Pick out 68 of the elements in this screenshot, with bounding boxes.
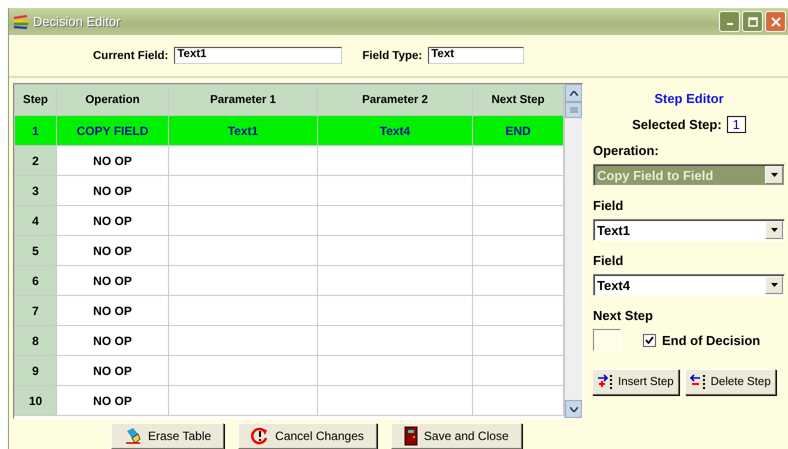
step-number: 4 (14, 206, 56, 236)
checkbox-label: End of Decision (662, 332, 760, 348)
field-type-input[interactable]: Text (428, 47, 524, 64)
panel-title: Step Editor (653, 91, 725, 106)
column-header: Operation (56, 84, 168, 116)
current-field-input[interactable]: Text1 (174, 47, 342, 64)
selected-step-value: 1 (726, 116, 746, 133)
field-label: Field (593, 253, 624, 268)
dropdown-arrow-icon[interactable] (770, 228, 778, 232)
column-header: Parameter 1 (168, 84, 318, 116)
step-number: 10 (14, 386, 56, 416)
table-cell: NO OP (56, 326, 168, 356)
cancel-changes-button[interactable]: Cancel Changes (238, 423, 377, 449)
table-cell: NO OP (56, 206, 168, 236)
delete-icon (690, 374, 708, 390)
app-icon (13, 14, 29, 28)
minimize-button[interactable] (719, 11, 740, 32)
maximize-icon[interactable] (748, 16, 758, 26)
step-number: 6 (14, 266, 56, 296)
undo-icon (251, 427, 270, 445)
checkbox[interactable] (643, 334, 656, 346)
insert-step-button[interactable]: Insert Step (592, 369, 679, 395)
step-number: 5 (14, 236, 56, 266)
close-icon[interactable] (770, 16, 780, 26)
step-number: 2 (14, 146, 56, 176)
dropdown-arrow-icon[interactable] (770, 173, 778, 177)
column-header: Parameter 2 (318, 84, 472, 116)
field-label: Operation: (593, 143, 660, 158)
table-cell: NO OP (56, 386, 168, 416)
table-cell: NO OP (56, 236, 168, 266)
save-and-close-button[interactable]: Save and Close (390, 423, 522, 449)
scroll-up-icon[interactable] (570, 90, 578, 96)
table-cell: COPY FIELD (56, 116, 168, 146)
insert-icon (597, 374, 615, 390)
column-header: Step (14, 84, 56, 116)
dropdown-field[interactable]: Text1 (593, 219, 785, 241)
step-number: 9 (14, 356, 56, 386)
step-number: 8 (14, 326, 56, 356)
eraser-icon (124, 427, 142, 445)
table-cell: Text4 (318, 116, 472, 146)
door-icon (404, 426, 418, 446)
field-label: Field (593, 198, 624, 213)
scrollbar[interactable] (564, 84, 582, 418)
delete-step-button[interactable]: Delete Step (684, 369, 776, 395)
window-title: Decision Editor (33, 14, 120, 29)
field-label: Next Step (593, 308, 654, 323)
table-cell: NO OP (56, 176, 168, 206)
table-cell: NO OP (56, 356, 168, 386)
table-cell: Text1 (168, 116, 318, 146)
scroll-thumb-icon[interactable] (570, 107, 578, 113)
dropdown-field[interactable]: Text4 (593, 274, 785, 296)
field-label: Current Field: (93, 50, 168, 62)
erase-table-button[interactable]: Erase Table (111, 423, 224, 449)
close-button[interactable] (765, 11, 786, 32)
field-label: Selected Step: (632, 117, 722, 132)
scroll-down-icon[interactable] (570, 406, 578, 412)
step-number: 7 (14, 296, 56, 326)
table-cell: NO OP (56, 266, 168, 296)
next-step-field[interactable] (593, 329, 621, 351)
field-label: Field Type: (362, 50, 422, 62)
step-number: 1 (14, 116, 56, 146)
maximize-button[interactable] (742, 11, 763, 32)
table-cell: NO OP (56, 146, 168, 176)
column-header: Next Step (472, 84, 564, 116)
step-number: 3 (14, 176, 56, 206)
table-cell: NO OP (56, 296, 168, 326)
table-cell: END (472, 116, 564, 146)
dropdown-arrow-icon[interactable] (770, 283, 778, 287)
